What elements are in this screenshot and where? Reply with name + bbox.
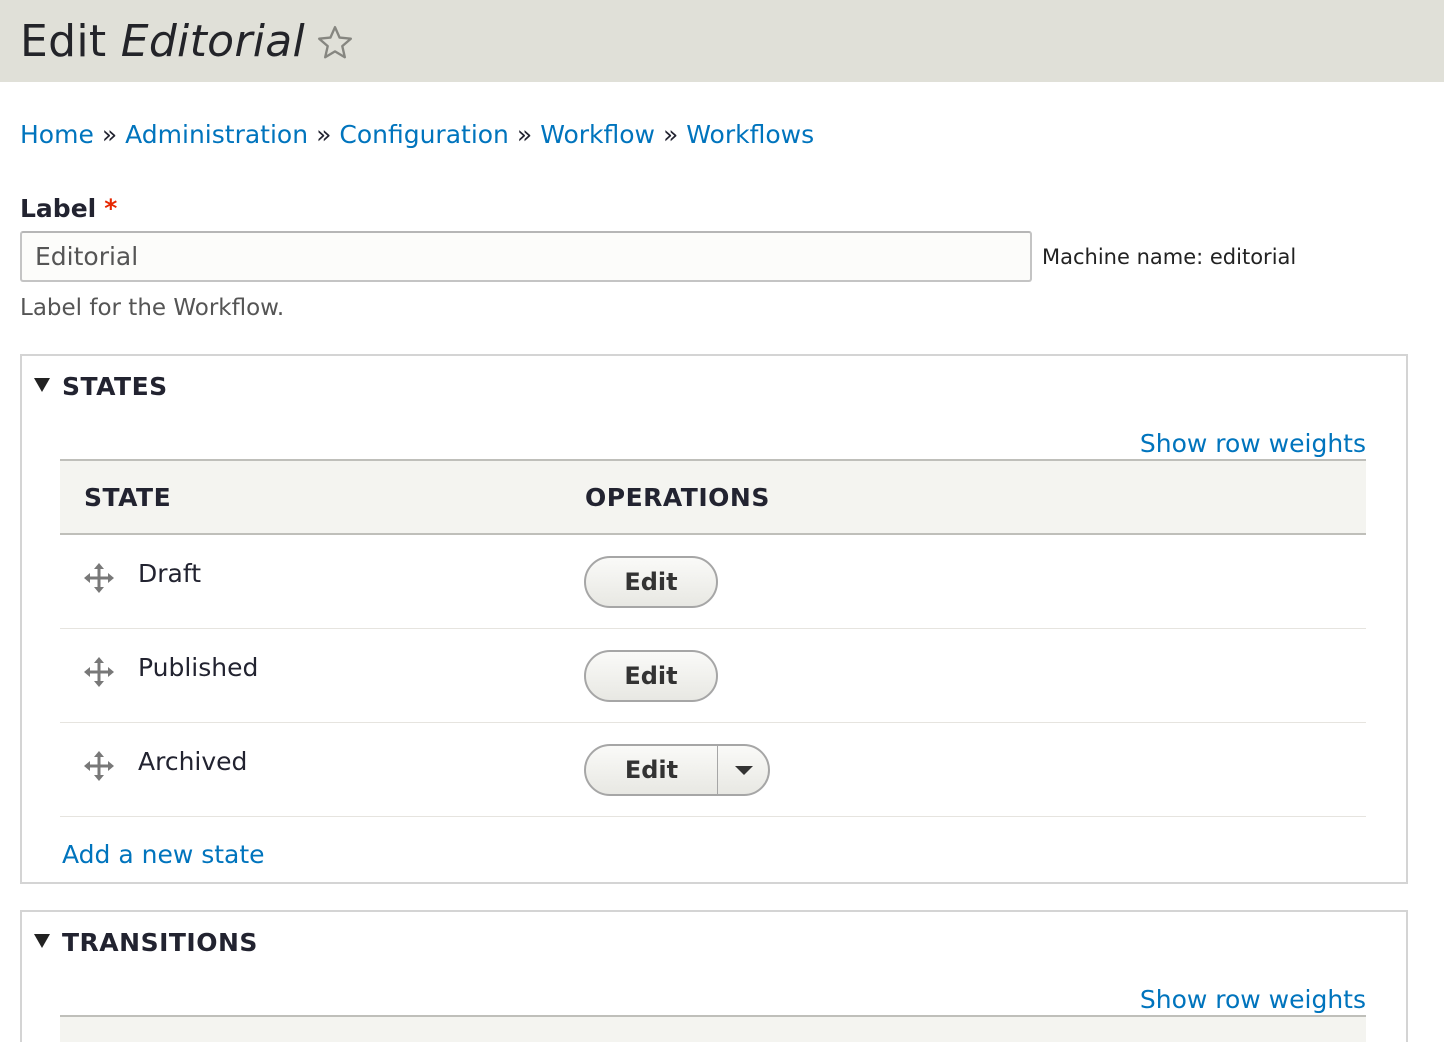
breadcrumb-workflow[interactable]: Workflow xyxy=(540,120,655,149)
drag-handle-icon[interactable] xyxy=(84,563,114,593)
required-marker: * xyxy=(104,194,118,223)
page-title-prefix: Edit xyxy=(20,16,107,67)
column-header-state: STATE xyxy=(84,483,172,512)
column-header-operations: OPERATIONS xyxy=(585,483,770,512)
triangle-down-icon xyxy=(34,934,50,948)
edit-button[interactable]: Edit xyxy=(586,746,718,794)
page-title: Edit Editorial xyxy=(20,14,305,70)
drag-handle-icon[interactable] xyxy=(84,751,114,781)
table-row: Draft Edit xyxy=(60,535,1366,629)
states-legend-text: STATES xyxy=(62,372,168,401)
state-name: Draft xyxy=(138,559,202,588)
breadcrumb-administration[interactable]: Administration xyxy=(125,120,308,149)
caret-down-icon xyxy=(735,766,753,775)
label-field-label-text: Label xyxy=(20,194,97,223)
state-name: Published xyxy=(138,653,259,682)
breadcrumb-configuration[interactable]: Configuration xyxy=(339,120,509,149)
label-input[interactable] xyxy=(20,231,1032,282)
page-title-entity: Editorial xyxy=(120,16,306,67)
show-row-weights-link[interactable]: Show row weights xyxy=(1140,983,1366,1017)
edit-dropbutton: Edit xyxy=(584,744,770,796)
drag-handle-icon[interactable] xyxy=(84,657,114,687)
edit-button[interactable]: Edit xyxy=(584,556,718,608)
table-row: Archived Edit xyxy=(60,723,1366,817)
breadcrumb-separator: » xyxy=(101,120,118,149)
state-name: Archived xyxy=(138,747,248,776)
transitions-table-header xyxy=(60,1015,1366,1042)
star-icon[interactable] xyxy=(316,24,354,62)
breadcrumb-home[interactable]: Home xyxy=(20,120,94,149)
states-fieldset: STATES Show row weights STATE OPERATIONS… xyxy=(20,354,1408,884)
states-table: STATE OPERATIONS Draft Edit Published Ed… xyxy=(60,459,1366,817)
transitions-legend[interactable]: TRANSITIONS xyxy=(34,926,258,960)
breadcrumb-separator: » xyxy=(663,120,679,149)
breadcrumb-separator: » xyxy=(516,120,533,149)
triangle-down-icon xyxy=(34,378,50,392)
dropbutton-toggle[interactable] xyxy=(719,746,768,794)
edit-button[interactable]: Edit xyxy=(584,650,718,702)
show-row-weights-link[interactable]: Show row weights xyxy=(1140,427,1366,461)
breadcrumb-separator: » xyxy=(316,120,332,149)
states-table-header: STATE OPERATIONS xyxy=(60,459,1366,535)
transitions-legend-text: TRANSITIONS xyxy=(62,928,258,957)
transitions-fieldset: TRANSITIONS Show row weights xyxy=(20,910,1408,1042)
breadcrumb-workflows[interactable]: Workflows xyxy=(686,120,814,149)
states-legend[interactable]: STATES xyxy=(34,370,168,404)
table-row: Published Edit xyxy=(60,629,1366,723)
add-new-state-link[interactable]: Add a new state xyxy=(62,838,265,872)
breadcrumb: Home» Administration» Configuration» Workfl… xyxy=(20,118,814,152)
label-field-label: Label * xyxy=(20,192,117,226)
page-header: Edit Editorial xyxy=(0,0,1444,82)
machine-name: Machine name: editorial xyxy=(1042,245,1297,269)
label-description: Label for the Workflow. xyxy=(20,295,285,321)
